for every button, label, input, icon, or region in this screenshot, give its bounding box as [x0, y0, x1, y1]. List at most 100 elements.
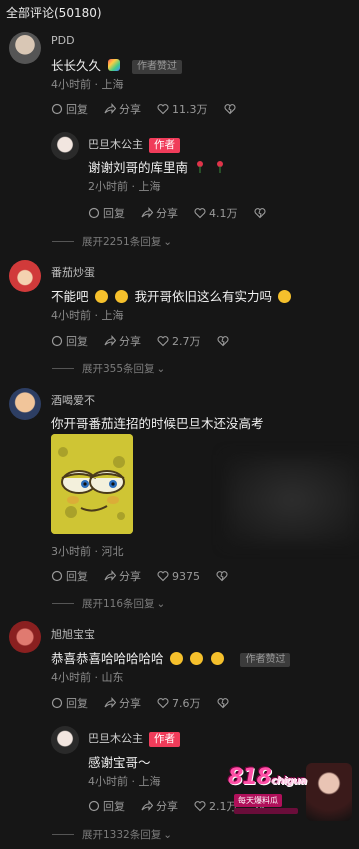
reply-time-location: 4小时前 · 上海 — [88, 775, 161, 788]
dislike-button[interactable] — [216, 335, 229, 347]
avatar[interactable] — [51, 726, 79, 754]
share-label: 分享 — [119, 697, 141, 710]
expand-replies-link[interactable]: 展开1332条回复 ⌄ — [52, 827, 172, 842]
expand-replies-link[interactable]: 展开2251条回复 ⌄ — [52, 234, 172, 249]
reply-button[interactable]: 回复 — [51, 568, 88, 584]
rose-icon — [216, 161, 223, 173]
share-button[interactable]: 分享 — [104, 568, 141, 584]
chevron-down-icon: ⌄ — [163, 235, 173, 248]
watermark-brand-sub: chigua — [270, 774, 307, 787]
reply-username: 巴旦木公主 作者 — [88, 136, 180, 153]
share-icon — [141, 800, 153, 811]
share-icon — [104, 335, 116, 346]
avatar[interactable] — [9, 260, 41, 292]
comment-image[interactable] — [51, 434, 133, 534]
reply-text: 感谢宝哥～ — [88, 755, 151, 770]
watermark-portrait — [306, 763, 352, 821]
reply-text-content: 谢谢刘哥的库里南 — [88, 160, 189, 175]
like-count: 9375 — [172, 569, 200, 583]
heart-icon — [157, 104, 169, 115]
comment-text: 你开哥番茄连招的时候巴旦木还没高考 — [51, 416, 264, 431]
expand-replies-link[interactable]: 展开116条回复 ⌄ — [52, 596, 165, 611]
dislike-heart-icon — [253, 208, 266, 219]
comment-actions: 回复 分享 11.3万 — [51, 101, 252, 117]
rainbow-heart-icon — [108, 59, 120, 71]
avatar[interactable] — [9, 32, 41, 64]
avatar[interactable] — [51, 132, 79, 160]
dislike-button[interactable] — [223, 103, 236, 115]
reply-icon — [51, 697, 63, 709]
chevron-down-icon: ⌄ — [163, 828, 173, 841]
dislike-heart-icon — [216, 698, 229, 709]
expand-label: 展开1332条回复 — [82, 829, 162, 841]
comment-time-location: 4小时前 · 上海 — [51, 78, 124, 91]
reply-button[interactable]: 回复 — [51, 101, 88, 117]
reply-icon — [51, 103, 63, 115]
reply-button[interactable]: 回复 — [88, 798, 125, 814]
comment-actions: 回复 分享 9375 — [51, 568, 244, 584]
share-button[interactable]: 分享 — [104, 101, 141, 117]
laughing-emoji-icon — [211, 652, 225, 665]
like-button[interactable]: 7.6万 — [157, 695, 201, 711]
avatar[interactable] — [9, 621, 41, 653]
like-button[interactable]: 11.3万 — [157, 101, 208, 117]
share-label: 分享 — [156, 800, 178, 813]
comment-username[interactable]: 番茄炒蛋 — [51, 264, 95, 280]
comment-text-part: 不能吧 — [51, 289, 89, 304]
reply-label: 回复 — [103, 800, 125, 813]
reply-button[interactable]: 回复 — [51, 695, 88, 711]
share-label: 分享 — [119, 335, 141, 348]
expand-replies-link[interactable]: 展开355条回复 ⌄ — [52, 361, 165, 376]
dislike-heart-icon — [216, 336, 229, 347]
divider — [52, 368, 74, 369]
reply-label: 回复 — [66, 697, 88, 710]
comment-text-content: 恭喜恭喜哈哈哈哈哈 — [51, 651, 164, 666]
watermark-slogan: 每天爆料瓜 — [234, 794, 282, 807]
grinning-emoji-icon — [277, 290, 291, 303]
dislike-button[interactable] — [216, 697, 229, 709]
comment-username[interactable]: PDD — [51, 34, 75, 47]
reply-time-location: 2小时前 · 上海 — [88, 180, 161, 193]
reply-label: 回复 — [66, 570, 88, 583]
share-label: 分享 — [156, 207, 178, 220]
comment-time-location: 4小时前 · 山东 — [51, 671, 124, 684]
share-icon — [104, 570, 116, 581]
laughing-emoji-icon — [115, 290, 129, 303]
reply-icon — [51, 335, 63, 347]
divider — [52, 241, 74, 242]
heart-icon — [157, 698, 169, 709]
reply-username-text[interactable]: 巴旦木公主 — [88, 138, 143, 151]
heart-icon — [194, 801, 206, 812]
comment-username[interactable]: 酒喝爱不 — [51, 392, 95, 408]
like-button[interactable]: 2.7万 — [157, 333, 201, 349]
divider — [52, 603, 74, 604]
share-icon — [104, 697, 116, 708]
reply-text: 谢谢刘哥的库里南 — [88, 157, 228, 176]
share-button[interactable]: 分享 — [141, 798, 178, 814]
reply-icon — [51, 570, 63, 582]
expand-label: 展开355条回复 — [82, 363, 155, 375]
like-button[interactable]: 9375 — [157, 570, 200, 583]
like-button[interactable]: 4.1万 — [194, 205, 238, 221]
author-liked-badge: 作者赞过 — [131, 59, 182, 74]
dislike-button[interactable] — [253, 207, 266, 219]
comment-time-location: 3小时前 · 河北 — [51, 545, 124, 558]
share-icon — [104, 103, 116, 114]
watermark-strip — [234, 808, 298, 814]
share-button[interactable]: 分享 — [104, 333, 141, 349]
reply-button[interactable]: 回复 — [51, 333, 88, 349]
divider — [52, 834, 74, 835]
share-button[interactable]: 分享 — [141, 205, 178, 221]
like-count: 11.3万 — [172, 103, 208, 116]
expand-label: 展开116条回复 — [82, 598, 155, 610]
comment-username[interactable]: 旭旭宝宝 — [51, 626, 95, 642]
avatar[interactable] — [9, 388, 41, 420]
share-button[interactable]: 分享 — [104, 695, 141, 711]
laughing-emoji-icon — [94, 290, 108, 303]
dislike-button[interactable] — [216, 570, 228, 582]
watermark: 818chigua 每天爆料瓜 — [228, 763, 352, 821]
reply-username-text[interactable]: 巴旦木公主 — [88, 732, 143, 745]
reply-button[interactable]: 回复 — [88, 205, 125, 221]
share-label: 分享 — [119, 103, 141, 116]
like-count: 2.7万 — [172, 335, 201, 348]
